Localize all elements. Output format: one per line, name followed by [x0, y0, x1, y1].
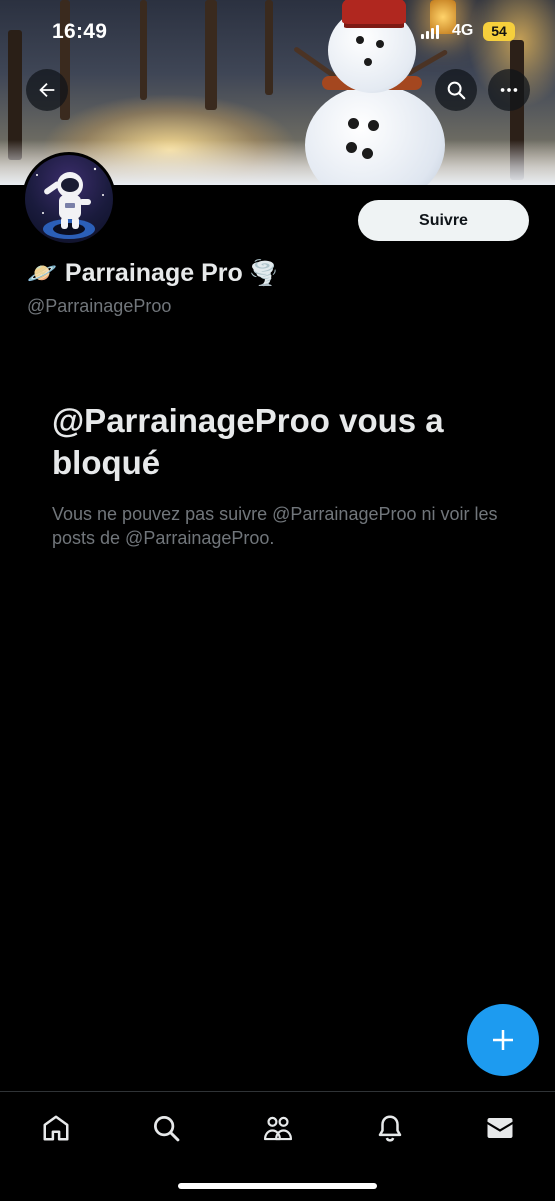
bell-icon: [378, 1115, 402, 1142]
mail-icon: [487, 1118, 513, 1138]
home-indicator: [178, 1183, 377, 1189]
search-button[interactable]: [435, 69, 477, 111]
blocked-description: Vous ne pouvez pas suivre @ParrainagePro…: [52, 504, 498, 548]
blocked-title: @ParrainageProo vous a bloqué: [52, 402, 444, 481]
status-bar: 16:49 4G 54: [0, 0, 555, 62]
profile-handle: @ParrainageProo: [27, 296, 172, 316]
snowman-button: [348, 118, 359, 129]
follow-button[interactable]: Suivre: [358, 200, 529, 241]
snowman-button: [362, 148, 373, 159]
nav-notifications[interactable]: [370, 1110, 410, 1146]
compose-button[interactable]: [467, 1004, 539, 1076]
astronaut-avatar-image: [25, 155, 113, 243]
profile-name-row: 🪐 Parrainage Pro 🌪️: [27, 256, 279, 290]
network-type: 4G: [452, 22, 474, 39]
nav-home[interactable]: [36, 1110, 76, 1146]
avatar[interactable]: [22, 152, 116, 246]
snowman-button: [346, 142, 357, 153]
snowman-body: [305, 85, 445, 185]
planet-emoji: 🪐: [27, 259, 57, 287]
more-button[interactable]: [488, 69, 530, 111]
status-time: 16:49: [52, 20, 108, 43]
nav-messages[interactable]: [480, 1110, 520, 1146]
snowman-button: [368, 120, 379, 131]
search-icon: [447, 81, 466, 100]
profile-display-name: Parrainage Pro: [64, 258, 243, 287]
tornado-emoji: 🌪️: [248, 259, 279, 287]
astronaut-icon: [36, 167, 104, 239]
plus-icon: [493, 1030, 513, 1050]
arrow-left-icon: [39, 82, 55, 98]
home-icon: [43, 1115, 69, 1141]
search-icon: [154, 1116, 180, 1142]
battery-icon: 54: [483, 22, 515, 41]
communities-icon: [263, 1116, 293, 1141]
nav-search[interactable]: [146, 1110, 186, 1146]
signal-icon: [421, 25, 441, 39]
more-horizontal-icon: [500, 88, 518, 92]
back-button[interactable]: [26, 69, 68, 111]
nav-communities[interactable]: [258, 1110, 298, 1146]
